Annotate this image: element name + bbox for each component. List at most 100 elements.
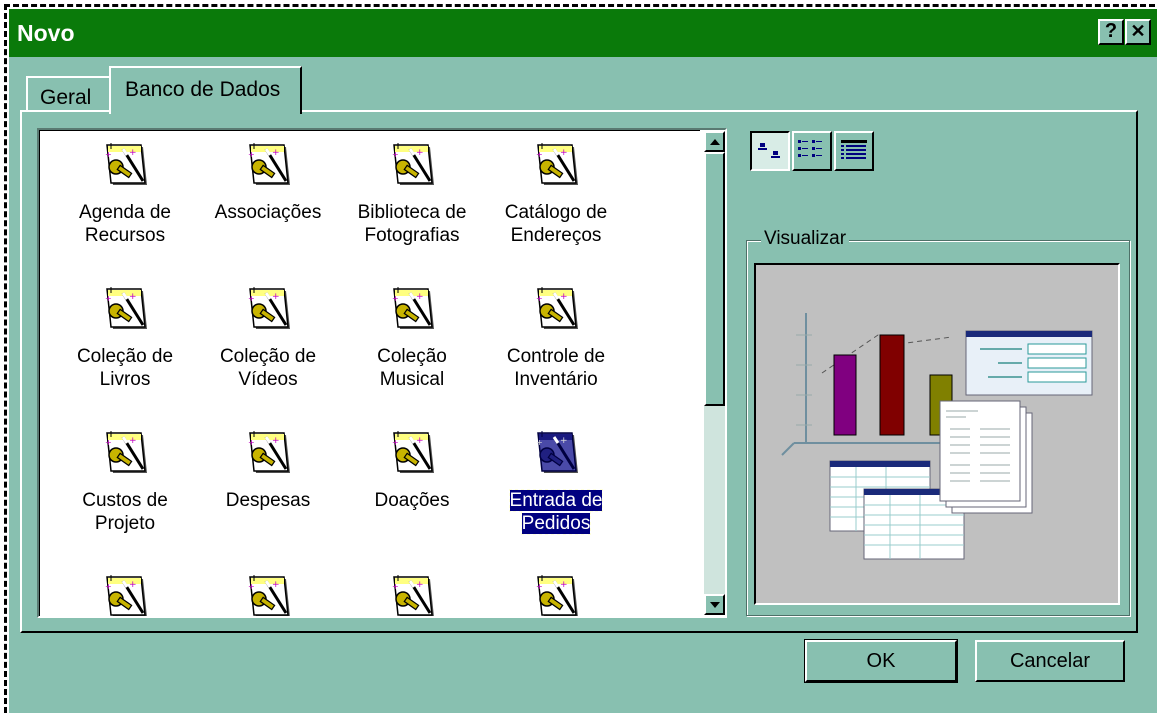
template-item-label: Biblioteca de Fotografias <box>357 202 467 246</box>
template-item[interactable]: + + Associações <box>198 141 338 261</box>
template-item[interactable]: + + <box>198 573 338 616</box>
database-wizard-icon: + + <box>386 429 438 479</box>
arrow-down-icon <box>710 602 720 608</box>
scroll-thumb[interactable] <box>704 152 725 406</box>
template-item-label: Catálogo de Endereços <box>504 202 608 246</box>
tab-geral-label: Geral <box>40 86 92 109</box>
list-view-icon <box>798 140 822 157</box>
cancel-button[interactable]: Cancelar <box>975 640 1125 682</box>
title-bar[interactable]: Novo ? ✕ <box>9 9 1157 57</box>
template-item[interactable]: + + Coleção de Vídeos <box>198 285 338 405</box>
svg-text:+: + <box>105 150 112 159</box>
template-item[interactable]: + + Doações <box>342 429 482 549</box>
help-button[interactable]: ? <box>1098 19 1124 45</box>
svg-text:+: + <box>105 438 112 447</box>
template-item[interactable]: + + Despesas <box>198 429 338 549</box>
details-view-icon <box>841 140 867 159</box>
template-item[interactable]: + + <box>486 573 626 616</box>
template-item-label: Coleção de Livros <box>76 346 174 390</box>
template-item-label: Coleção Musical <box>377 346 447 390</box>
database-template-preview-icon <box>781 313 1093 560</box>
database-wizard-icon: + + <box>530 141 582 191</box>
svg-text:+: + <box>536 294 543 303</box>
database-wizard-icon: + + <box>99 285 151 335</box>
svg-text:+: + <box>416 436 424 446</box>
svg-text:+: + <box>248 150 255 159</box>
template-item[interactable]: + + Custos de Projeto <box>55 429 195 549</box>
database-wizard-icon: + + <box>386 141 438 191</box>
preview-pane <box>754 263 1120 605</box>
template-item[interactable]: + + <box>55 573 195 616</box>
database-wizard-icon: + + <box>242 141 294 191</box>
tab-geral[interactable]: Geral <box>26 76 116 112</box>
template-item[interactable]: + + Coleção Musical <box>342 285 482 405</box>
svg-text:+: + <box>392 438 399 447</box>
database-wizard-icon: + + <box>99 573 151 616</box>
template-item-label: Entrada de Pedidos <box>508 489 604 535</box>
preview-label: Visualizar <box>761 228 850 250</box>
svg-text:+: + <box>392 150 399 159</box>
large-icons-view-icon <box>758 143 780 158</box>
template-item[interactable]: + + <box>342 573 482 616</box>
svg-text:+: + <box>272 292 280 302</box>
svg-text:+: + <box>536 150 543 159</box>
svg-text:+: + <box>392 582 399 591</box>
svg-text:+: + <box>536 438 543 447</box>
template-item[interactable]: + + Entrada de Pedidos <box>486 429 626 549</box>
template-item-label: Doações <box>374 490 450 511</box>
svg-text:+: + <box>392 294 399 303</box>
scroll-up-button[interactable] <box>704 131 725 152</box>
large-icons-button[interactable] <box>750 131 790 171</box>
svg-text:+: + <box>105 582 112 591</box>
svg-text:+: + <box>560 436 568 446</box>
template-item-label: Agenda de Recursos <box>79 202 171 246</box>
svg-text:+: + <box>560 148 568 158</box>
template-item[interactable]: + + Agenda de Recursos <box>55 141 195 261</box>
database-wizard-icon: + + <box>386 573 438 616</box>
svg-text:+: + <box>248 438 255 447</box>
svg-text:+: + <box>105 294 112 303</box>
database-wizard-icon: + + <box>242 429 294 479</box>
database-wizard-icon: + + <box>530 429 582 479</box>
template-item[interactable]: + + Biblioteca de Fotografias <box>342 141 482 261</box>
list-view-button[interactable] <box>792 131 832 171</box>
database-wizard-icon: + + <box>530 573 582 616</box>
vertical-scrollbar[interactable] <box>704 131 725 615</box>
svg-text:+: + <box>272 436 280 446</box>
template-item-label: Coleção de Vídeos <box>219 346 317 390</box>
database-wizard-icon: + + <box>99 429 151 479</box>
svg-text:+: + <box>560 292 568 302</box>
database-wizard-icon: + + <box>99 141 151 191</box>
svg-text:+: + <box>248 582 255 591</box>
template-item-label: Despesas <box>225 490 311 511</box>
template-item[interactable]: + + Catálogo de Endereços <box>486 141 626 261</box>
svg-text:+: + <box>129 292 137 302</box>
arrow-up-icon <box>710 139 720 145</box>
svg-text:+: + <box>129 436 137 446</box>
template-item[interactable]: + + Coleção de Livros <box>55 285 195 405</box>
svg-text:+: + <box>560 580 568 590</box>
template-list[interactable]: + + Agenda de Recursos + + Associações + <box>37 128 727 618</box>
tab-banco-de-dados-label: Banco de Dados <box>125 78 281 101</box>
details-view-button[interactable] <box>834 131 874 171</box>
svg-text:+: + <box>129 580 137 590</box>
database-wizard-icon: + + <box>386 285 438 335</box>
close-icon: ✕ <box>1130 21 1146 41</box>
dialog-title: Novo <box>17 20 75 46</box>
database-wizard-icon: + + <box>242 285 294 335</box>
scroll-down-button[interactable] <box>704 594 725 615</box>
svg-text:+: + <box>416 148 424 158</box>
close-button[interactable]: ✕ <box>1125 19 1151 45</box>
database-wizard-icon: + + <box>530 285 582 335</box>
svg-text:+: + <box>272 580 280 590</box>
database-wizard-icon: + + <box>242 573 294 616</box>
svg-text:+: + <box>248 294 255 303</box>
tab-banco-de-dados[interactable]: Banco de Dados <box>109 66 302 114</box>
svg-text:+: + <box>416 580 424 590</box>
template-item-label: Custos de Projeto <box>82 490 168 534</box>
svg-text:+: + <box>416 292 424 302</box>
template-item[interactable]: + + Controle de Inventário <box>486 285 626 405</box>
svg-text:+: + <box>272 148 280 158</box>
template-item-label: Controle de Inventário <box>506 346 606 390</box>
ok-button[interactable]: OK <box>804 639 958 683</box>
